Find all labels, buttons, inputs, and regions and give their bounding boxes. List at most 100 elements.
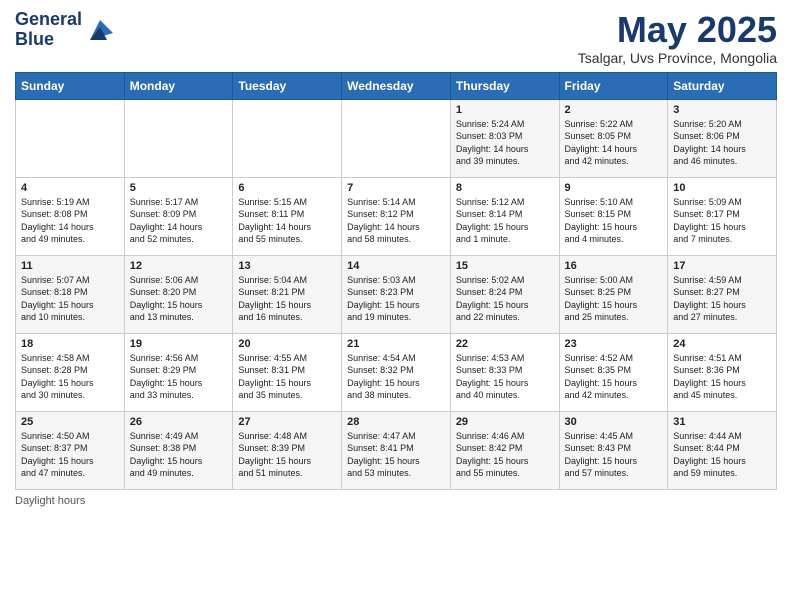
calendar-cell: 18 Sunrise: 4:58 AM Sunset: 8:28 PM Dayli… — [16, 333, 125, 411]
calendar-cell: 23Sunrise: 4:52 AM Sunset: 8:35 PM Dayli… — [559, 333, 668, 411]
calendar-cell: 28Sunrise: 4:47 AM Sunset: 8:41 PM Dayli… — [342, 411, 451, 489]
day-info: Sunrise: 5:17 AM Sunset: 8:09 PM Dayligh… — [130, 196, 228, 246]
day-info: Sunrise: 5:12 AM Sunset: 8:14 PM Dayligh… — [456, 196, 554, 246]
day-number: 2 — [565, 104, 663, 116]
page: General Blue May 2025 Tsalgar, Uvs Provi… — [0, 0, 792, 517]
day-number: 11 — [21, 260, 119, 272]
day-number: 17 — [673, 260, 771, 272]
day-number: 9 — [565, 182, 663, 194]
logo: General Blue — [15, 10, 115, 50]
day-info: Sunrise: 4:51 AM Sunset: 8:36 PM Dayligh… — [673, 352, 771, 402]
day-info: Sunrise: 5:10 AM Sunset: 8:15 PM Dayligh… — [565, 196, 663, 246]
day-number: 21 — [347, 338, 445, 350]
footer-note: Daylight hours — [15, 495, 777, 507]
calendar-cell: 5 Sunrise: 5:17 AM Sunset: 8:09 PM Daylig… — [124, 177, 233, 255]
day-number: 29 — [456, 416, 554, 428]
calendar-cell: 1Sunrise: 5:24 AM Sunset: 8:03 PM Daylig… — [450, 99, 559, 177]
day-info: Sunrise: 4:56 AM Sunset: 8:29 PM Dayligh… — [130, 352, 228, 402]
calendar-week-2: 4Sunrise: 5:19 AM Sunset: 8:08 PM Daylig… — [16, 177, 777, 255]
calendar-cell: 29 Sunrise: 4:46 AM Sunset: 8:42 PM Dayli… — [450, 411, 559, 489]
calendar-cell: 19Sunrise: 4:56 AM Sunset: 8:29 PM Dayli… — [124, 333, 233, 411]
day-number: 6 — [238, 182, 336, 194]
calendar-cell: 17 Sunrise: 4:59 AM Sunset: 8:27 PM Dayli… — [668, 255, 777, 333]
day-info: Sunrise: 5:06 AM Sunset: 8:20 PM Dayligh… — [130, 274, 228, 324]
day-number: 5 — [130, 182, 228, 194]
day-number: 8 — [456, 182, 554, 194]
day-info: Sunrise: 5:07 AM Sunset: 8:18 PM Dayligh… — [21, 274, 119, 324]
weekday-header-saturday: Saturday — [668, 72, 777, 99]
day-info: Sunrise: 4:58 AM Sunset: 8:28 PM Dayligh… — [21, 352, 119, 402]
day-info: Sunrise: 5:00 AM Sunset: 8:25 PM Dayligh… — [565, 274, 663, 324]
calendar-cell: 7 Sunrise: 5:14 AM Sunset: 8:12 PM Daylig… — [342, 177, 451, 255]
day-number: 16 — [565, 260, 663, 272]
calendar-body: 1Sunrise: 5:24 AM Sunset: 8:03 PM Daylig… — [16, 99, 777, 489]
day-info: Sunrise: 5:09 AM Sunset: 8:17 PM Dayligh… — [673, 196, 771, 246]
day-info: Sunrise: 4:49 AM Sunset: 8:38 PM Dayligh… — [130, 430, 228, 480]
day-number: 7 — [347, 182, 445, 194]
day-info: Sunrise: 5:14 AM Sunset: 8:12 PM Dayligh… — [347, 196, 445, 246]
calendar-cell: 11 Sunrise: 5:07 AM Sunset: 8:18 PM Dayli… — [16, 255, 125, 333]
calendar-cell: 9 Sunrise: 5:10 AM Sunset: 8:15 PM Daylig… — [559, 177, 668, 255]
day-info: Sunrise: 5:02 AM Sunset: 8:24 PM Dayligh… — [456, 274, 554, 324]
calendar-cell: 2Sunrise: 5:22 AM Sunset: 8:05 PM Daylig… — [559, 99, 668, 177]
calendar-cell: 30Sunrise: 4:45 AM Sunset: 8:43 PM Dayli… — [559, 411, 668, 489]
calendar-cell: 13Sunrise: 5:04 AM Sunset: 8:21 PM Dayli… — [233, 255, 342, 333]
day-info: Sunrise: 4:59 AM Sunset: 8:27 PM Dayligh… — [673, 274, 771, 324]
day-number: 27 — [238, 416, 336, 428]
day-info: Sunrise: 4:46 AM Sunset: 8:42 PM Dayligh… — [456, 430, 554, 480]
day-number: 28 — [347, 416, 445, 428]
day-number: 18 — [21, 338, 119, 350]
day-info: Sunrise: 4:54 AM Sunset: 8:32 PM Dayligh… — [347, 352, 445, 402]
calendar-cell: 14Sunrise: 5:03 AM Sunset: 8:23 PM Dayli… — [342, 255, 451, 333]
main-title: May 2025 — [578, 10, 777, 50]
day-info: Sunrise: 4:52 AM Sunset: 8:35 PM Dayligh… — [565, 352, 663, 402]
day-number: 15 — [456, 260, 554, 272]
day-number: 10 — [673, 182, 771, 194]
calendar-week-5: 25Sunrise: 4:50 AM Sunset: 8:37 PM Dayli… — [16, 411, 777, 489]
title-block: May 2025 Tsalgar, Uvs Province, Mongolia — [578, 10, 777, 66]
calendar-header: SundayMondayTuesdayWednesdayThursdayFrid… — [16, 72, 777, 99]
calendar-cell: 8 Sunrise: 5:12 AM Sunset: 8:14 PM Daylig… — [450, 177, 559, 255]
weekday-header-wednesday: Wednesday — [342, 72, 451, 99]
logo-icon — [85, 15, 115, 45]
calendar-cell — [16, 99, 125, 177]
calendar-cell — [342, 99, 451, 177]
calendar-table: SundayMondayTuesdayWednesdayThursdayFrid… — [15, 72, 777, 490]
calendar-cell: 27 Sunrise: 4:48 AM Sunset: 8:39 PM Dayli… — [233, 411, 342, 489]
weekday-header-row: SundayMondayTuesdayWednesdayThursdayFrid… — [16, 72, 777, 99]
calendar-cell — [233, 99, 342, 177]
calendar-week-3: 11 Sunrise: 5:07 AM Sunset: 8:18 PM Dayli… — [16, 255, 777, 333]
weekday-header-sunday: Sunday — [16, 72, 125, 99]
calendar-cell: 12 Sunrise: 5:06 AM Sunset: 8:20 PM Dayli… — [124, 255, 233, 333]
day-number: 20 — [238, 338, 336, 350]
calendar-cell: 10 Sunrise: 5:09 AM Sunset: 8:17 PM Dayli… — [668, 177, 777, 255]
day-info: Sunrise: 5:15 AM Sunset: 8:11 PM Dayligh… — [238, 196, 336, 246]
weekday-header-friday: Friday — [559, 72, 668, 99]
day-number: 14 — [347, 260, 445, 272]
day-info: Sunrise: 5:20 AM Sunset: 8:06 PM Dayligh… — [673, 118, 771, 168]
calendar-cell: 25Sunrise: 4:50 AM Sunset: 8:37 PM Dayli… — [16, 411, 125, 489]
calendar-cell: 6 Sunrise: 5:15 AM Sunset: 8:11 PM Daylig… — [233, 177, 342, 255]
weekday-header-thursday: Thursday — [450, 72, 559, 99]
calendar-cell: 4Sunrise: 5:19 AM Sunset: 8:08 PM Daylig… — [16, 177, 125, 255]
day-number: 25 — [21, 416, 119, 428]
logo-general: General — [15, 9, 82, 29]
day-info: Sunrise: 4:55 AM Sunset: 8:31 PM Dayligh… — [238, 352, 336, 402]
day-number: 31 — [673, 416, 771, 428]
day-number: 12 — [130, 260, 228, 272]
calendar-cell: 24 Sunrise: 4:51 AM Sunset: 8:36 PM Dayli… — [668, 333, 777, 411]
day-number: 4 — [21, 182, 119, 194]
logo-blue: Blue — [15, 29, 54, 49]
day-info: Sunrise: 4:48 AM Sunset: 8:39 PM Dayligh… — [238, 430, 336, 480]
calendar-cell: 15 Sunrise: 5:02 AM Sunset: 8:24 PM Dayli… — [450, 255, 559, 333]
day-info: Sunrise: 5:04 AM Sunset: 8:21 PM Dayligh… — [238, 274, 336, 324]
day-info: Sunrise: 5:24 AM Sunset: 8:03 PM Dayligh… — [456, 118, 554, 168]
calendar-week-4: 18 Sunrise: 4:58 AM Sunset: 8:28 PM Dayli… — [16, 333, 777, 411]
day-info: Sunrise: 4:45 AM Sunset: 8:43 PM Dayligh… — [565, 430, 663, 480]
day-number: 26 — [130, 416, 228, 428]
calendar-cell: 3Sunrise: 5:20 AM Sunset: 8:06 PM Daylig… — [668, 99, 777, 177]
subtitle: Tsalgar, Uvs Province, Mongolia — [578, 50, 777, 66]
calendar-week-1: 1Sunrise: 5:24 AM Sunset: 8:03 PM Daylig… — [16, 99, 777, 177]
day-number: 22 — [456, 338, 554, 350]
day-number: 24 — [673, 338, 771, 350]
